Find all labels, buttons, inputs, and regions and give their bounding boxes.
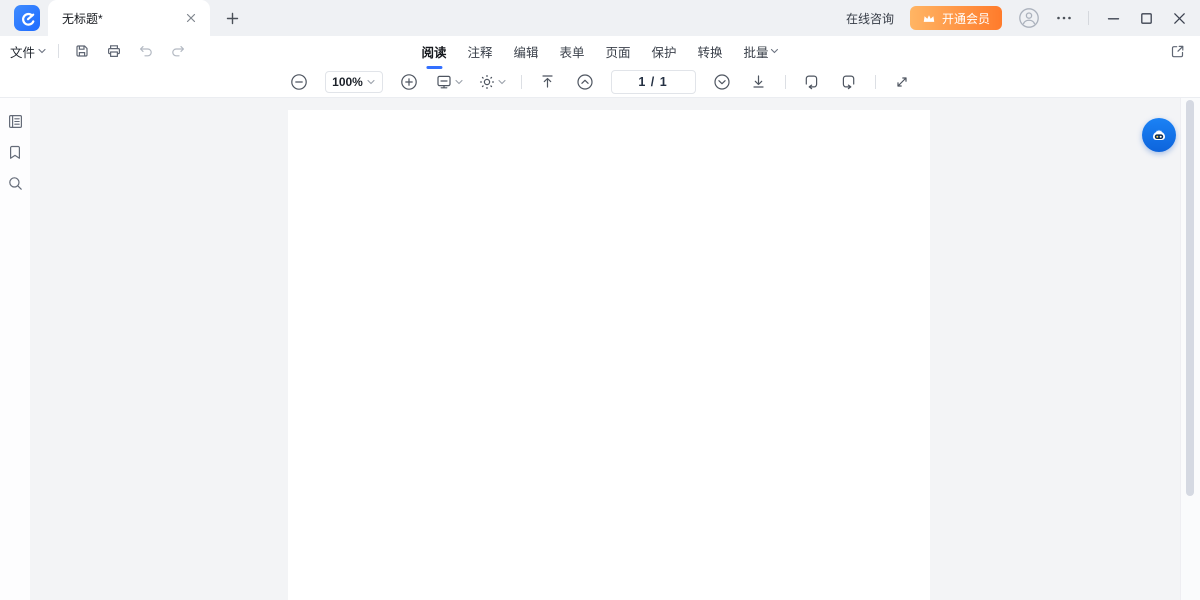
thumbnails-panel-icon[interactable] bbox=[4, 110, 26, 132]
tab-read[interactable]: 阅读 bbox=[420, 38, 447, 65]
toolbar: 100% bbox=[0, 66, 1200, 98]
menubar: 文件 bbox=[0, 36, 1200, 66]
zoom-level-value: 100% bbox=[332, 75, 363, 89]
tab-close-icon[interactable] bbox=[182, 9, 200, 27]
redo-icon[interactable] bbox=[167, 40, 189, 62]
minimize-button[interactable] bbox=[1107, 12, 1120, 25]
chevron-down-icon bbox=[771, 48, 779, 54]
chevron-down-icon bbox=[455, 79, 463, 85]
toolbar-divider bbox=[785, 75, 786, 89]
page-number-input[interactable]: 1 / 1 bbox=[611, 70, 696, 94]
maximize-button[interactable] bbox=[1140, 12, 1153, 25]
main-area bbox=[0, 98, 1200, 600]
ai-assistant-button[interactable] bbox=[1142, 118, 1176, 152]
pdf-page[interactable] bbox=[288, 110, 930, 600]
document-tab[interactable]: 无标题* bbox=[48, 0, 210, 36]
scroll-to-bottom-icon[interactable] bbox=[748, 71, 770, 93]
tab-page[interactable]: 页面 bbox=[605, 38, 632, 65]
tab-edit[interactable]: 编辑 bbox=[512, 38, 539, 65]
left-sidebar bbox=[0, 98, 30, 600]
zoom-level-dropdown[interactable]: 100% bbox=[325, 71, 383, 93]
previous-page-icon[interactable] bbox=[574, 71, 596, 93]
vertical-scrollbar[interactable] bbox=[1180, 98, 1200, 600]
app-window: 无标题* 在线咨询 开通 bbox=[0, 0, 1200, 600]
avatar[interactable] bbox=[1018, 7, 1040, 29]
tab-convert[interactable]: 转换 bbox=[697, 38, 724, 65]
tab-batch[interactable]: 批量 bbox=[743, 38, 780, 65]
open-external-icon[interactable] bbox=[1166, 40, 1188, 62]
search-panel-icon[interactable] bbox=[4, 172, 26, 194]
print-icon[interactable] bbox=[103, 40, 125, 62]
crown-icon bbox=[922, 12, 936, 24]
file-menu-label: 文件 bbox=[10, 42, 35, 61]
zoom-in-icon[interactable] bbox=[398, 71, 420, 93]
save-icon[interactable] bbox=[71, 40, 93, 62]
more-menu-button[interactable] bbox=[1056, 15, 1072, 21]
robot-icon bbox=[1148, 124, 1170, 146]
tab-protect[interactable]: 保护 bbox=[651, 38, 678, 65]
bookmarks-panel-icon[interactable] bbox=[4, 141, 26, 163]
ribbon-tabs: 阅读 注释 编辑 表单 页面 保护 转换 批量 bbox=[420, 36, 779, 66]
chevron-down-icon bbox=[38, 48, 46, 54]
background-brightness-dropdown[interactable] bbox=[478, 73, 506, 91]
membership-label: 开通会员 bbox=[942, 10, 990, 27]
page-indicator: 1 / 1 bbox=[638, 75, 667, 89]
membership-button[interactable]: 开通会员 bbox=[910, 6, 1002, 30]
file-menu[interactable]: 文件 bbox=[10, 42, 46, 61]
titlebar: 无标题* 在线咨询 开通 bbox=[0, 0, 1200, 36]
close-button[interactable] bbox=[1173, 12, 1186, 25]
page-view-icon bbox=[435, 73, 453, 91]
brightness-icon bbox=[478, 73, 496, 91]
scroll-to-top-icon[interactable] bbox=[537, 71, 559, 93]
titlebar-divider bbox=[1088, 11, 1089, 25]
undo-icon[interactable] bbox=[135, 40, 157, 62]
page-view-mode-dropdown[interactable] bbox=[435, 73, 463, 91]
menubar-divider bbox=[58, 44, 59, 58]
app-logo-icon bbox=[14, 5, 40, 31]
next-page-icon[interactable] bbox=[711, 71, 733, 93]
chevron-down-icon bbox=[498, 79, 506, 85]
document-canvas[interactable] bbox=[30, 98, 1180, 600]
scrollbar-thumb[interactable] bbox=[1186, 100, 1194, 496]
rotate-left-icon[interactable] bbox=[801, 71, 823, 93]
tab-annotate[interactable]: 注释 bbox=[466, 38, 493, 65]
fullscreen-icon[interactable] bbox=[891, 71, 913, 93]
tab-form[interactable]: 表单 bbox=[558, 38, 585, 65]
tab-title: 无标题* bbox=[62, 10, 182, 27]
toolbar-divider bbox=[875, 75, 876, 89]
zoom-out-icon[interactable] bbox=[288, 71, 310, 93]
rotate-right-icon[interactable] bbox=[838, 71, 860, 93]
toolbar-divider bbox=[521, 75, 522, 89]
online-support-link[interactable]: 在线咨询 bbox=[846, 10, 894, 27]
chevron-down-icon bbox=[367, 79, 375, 85]
new-tab-button[interactable] bbox=[218, 4, 246, 32]
